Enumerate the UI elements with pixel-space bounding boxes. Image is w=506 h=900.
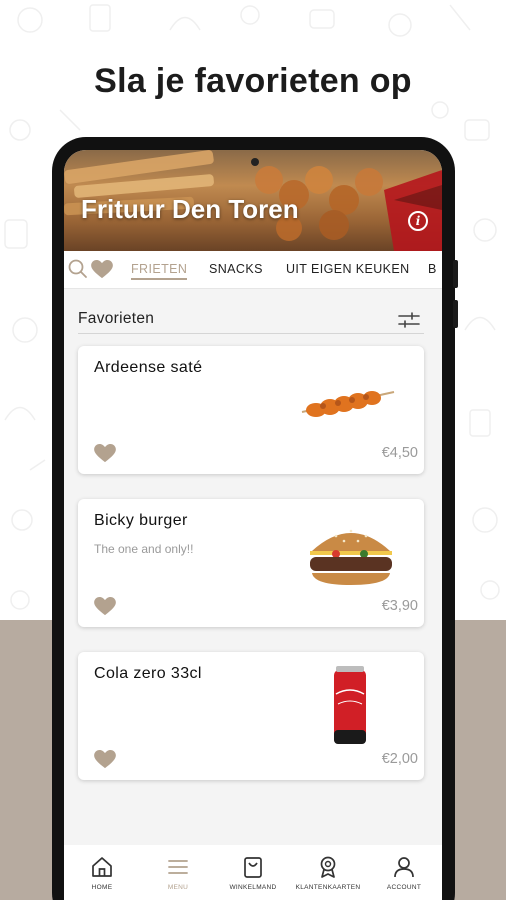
search-icon[interactable] (68, 259, 88, 279)
favorite-heart-icon[interactable] (94, 444, 116, 463)
nav-account[interactable]: ACCOUNT (366, 855, 442, 891)
shopping-bag-icon (244, 857, 262, 878)
product-price: €2,00 (381, 751, 418, 767)
favorite-heart-icon[interactable] (94, 750, 116, 769)
product-card[interactable]: Bicky burger The one and only!! €3,90 (78, 499, 424, 627)
product-price: €3,90 (381, 598, 418, 614)
section-divider (78, 333, 424, 334)
nav-menu[interactable]: MENU (140, 855, 216, 891)
section-title: Favorieten (78, 310, 155, 327)
info-icon[interactable]: i (408, 211, 428, 231)
cola-can-image (334, 666, 366, 744)
tab-uit-eigen-keuken[interactable]: UIT EIGEN KEUKEN (286, 262, 410, 276)
category-tabs: FRIETEN SNACKS UIT EIGEN KEUKEN B (64, 251, 442, 289)
home-icon (92, 857, 112, 877)
menu-icon (168, 860, 188, 874)
promo-headline: Sla je favorieten op (94, 62, 412, 100)
tab-snacks[interactable]: SNACKS (209, 262, 263, 276)
product-name: Ardeense saté (94, 359, 203, 376)
nav-label: HOME (91, 884, 113, 891)
product-card[interactable]: Cola zero 33cl €2,00 (78, 652, 424, 780)
sliders-icon[interactable] (398, 312, 420, 328)
nav-label: MENU (167, 884, 189, 891)
burger-image (310, 529, 392, 585)
app-screen: Frituur Den Toren i FRIETEN SNACKS UIT E… (64, 150, 442, 900)
product-name: Bicky burger (94, 512, 188, 529)
restaurant-banner: Frituur Den Toren i (64, 150, 442, 251)
phone-side-button (453, 300, 458, 328)
bottom-navigation: HOME MENU WINKELMAND KLANTENKAARTEN ACCO… (64, 845, 442, 900)
product-description: The one and only!! (94, 542, 194, 556)
nav-home[interactable]: HOME (64, 855, 140, 891)
nav-winkelmand[interactable]: WINKELMAND (215, 855, 291, 891)
product-name: Cola zero 33cl (94, 665, 202, 682)
user-icon (394, 857, 414, 878)
tab-frieten[interactable]: FRIETEN (131, 262, 188, 280)
product-price: €4,50 (381, 445, 418, 461)
heart-icon[interactable] (91, 260, 113, 279)
nav-label: ACCOUNT (386, 884, 422, 891)
nav-label: WINKELMAND (229, 884, 277, 891)
award-ribbon-icon (320, 856, 336, 878)
product-card[interactable]: Ardeense saté €4,50 (78, 346, 424, 474)
tab-more[interactable]: B (428, 262, 437, 276)
sate-skewer-image (301, 391, 395, 417)
nav-klantenkaarten[interactable]: KLANTENKAARTEN (290, 855, 366, 891)
restaurant-name: Frituur Den Toren (81, 194, 299, 224)
front-camera (251, 158, 259, 166)
favorite-heart-icon[interactable] (94, 597, 116, 616)
nav-label: KLANTENKAARTEN (295, 884, 361, 891)
phone-side-button (453, 260, 458, 288)
